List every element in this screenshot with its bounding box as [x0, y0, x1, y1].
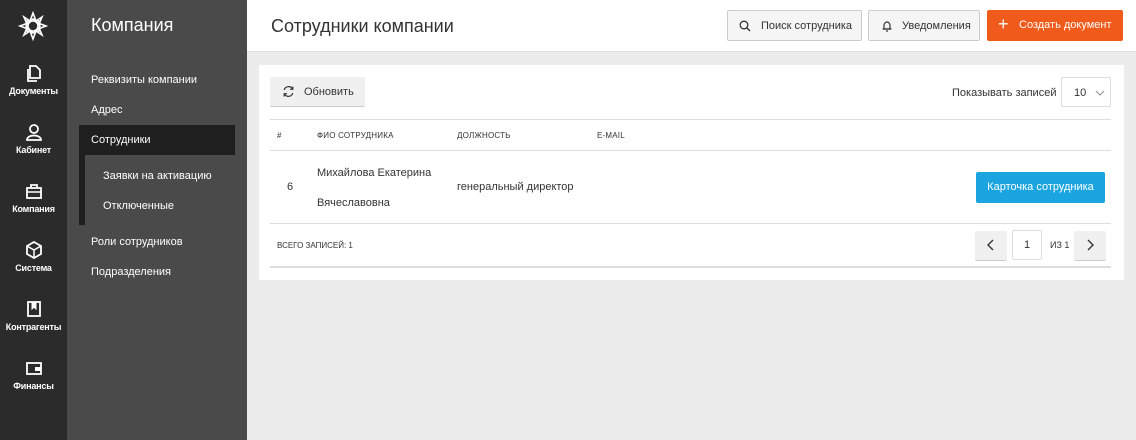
column-number: # — [277, 131, 282, 140]
table-footer: ВСЕГО ЗАПИСЕЙ: 1 1 ИЗ 1 — [270, 224, 1111, 268]
row-number: 6 — [287, 181, 294, 193]
column-email: E-MAIL — [597, 131, 625, 140]
nav-documents[interactable]: Документы — [0, 64, 67, 116]
chevron-right-icon — [1087, 239, 1094, 251]
nav-label: Финансы — [13, 381, 54, 391]
sidebar-item-divisions[interactable]: Подразделения — [91, 266, 171, 278]
nav-cabinet[interactable]: Кабинет — [0, 123, 67, 175]
sidebar-item-label: Сотрудники — [91, 134, 151, 146]
notifications-label: Уведомления — [902, 20, 971, 32]
page-size-select[interactable]: 10 — [1061, 77, 1111, 107]
prev-page-button[interactable] — [975, 231, 1007, 261]
table-header: # ФИО СОТРУДНИКА ДОЛЖНОСТЬ E-MAIL — [270, 119, 1111, 151]
nav-label: Кабинет — [15, 145, 52, 155]
bell-icon — [882, 21, 892, 32]
sidebar-item-address[interactable]: Адрес — [91, 104, 123, 116]
icon-rail: Документы Кабинет Компания Система Контр… — [0, 0, 67, 440]
employees-card: Обновить Показывать записей 10 # ФИО СОТ… — [259, 65, 1124, 280]
sidebar-item-requisites[interactable]: Реквизиты компании — [91, 74, 197, 86]
nav-company[interactable]: Компания — [0, 182, 67, 234]
cube-icon — [25, 241, 42, 259]
sidebar-item-employees[interactable]: Сотрудники — [79, 125, 235, 155]
nav-system[interactable]: Система — [0, 241, 67, 293]
section-sidebar: Компания Реквизиты компании Адрес Сотруд… — [67, 0, 247, 440]
user-icon — [25, 124, 42, 141]
page-of-label: ИЗ 1 — [1050, 240, 1070, 250]
submenu-indicator — [79, 155, 85, 225]
table-row: 6 Михайлова Екатерина Вячеславовна генер… — [270, 151, 1111, 224]
page-title: Сотрудники компании — [271, 16, 454, 36]
refresh-label: Обновить — [304, 86, 354, 98]
nav-label: Система — [15, 263, 52, 273]
sidebar-item-activation-requests[interactable]: Заявки на активацию — [103, 170, 212, 182]
briefcase-icon — [25, 184, 42, 199]
create-document-label: Создать документ — [1019, 19, 1112, 31]
logo-icon — [17, 10, 49, 42]
wallet-icon — [25, 362, 42, 375]
nav-label: Компания — [12, 204, 55, 214]
total-records: ВСЕГО ЗАПИСЕЙ: 1 — [277, 241, 353, 250]
search-employee-label: Поиск сотрудника — [761, 20, 853, 32]
refresh-icon — [283, 86, 294, 97]
refresh-button[interactable]: Обновить — [270, 77, 365, 107]
employee-name-line1: Михайлова Екатерина — [317, 167, 432, 179]
employee-name: Михайлова Екатерина Вячеславовна — [317, 158, 447, 218]
documents-icon — [26, 65, 41, 82]
page-size-value: 10 — [1074, 87, 1087, 99]
chevron-down-icon — [1095, 90, 1105, 96]
chevron-left-icon — [987, 239, 994, 251]
search-icon — [739, 20, 751, 32]
next-page-button[interactable] — [1074, 231, 1106, 261]
column-position: ДОЛЖНОСТЬ — [457, 131, 511, 140]
employee-position: генеральный директор — [457, 181, 574, 193]
sidebar-item-roles[interactable]: Роли сотрудников — [91, 236, 183, 248]
nav-label: Контрагенты — [5, 322, 62, 332]
nav-label: Документы — [9, 86, 58, 96]
sidebar-title: Компания — [91, 15, 174, 35]
employee-card-button[interactable]: Карточка сотрудника — [976, 172, 1105, 203]
book-icon — [26, 301, 41, 317]
employee-name-line2: Вячеславовна — [317, 197, 390, 209]
plus-icon: + — [998, 14, 1009, 34]
create-document-button[interactable]: + Создать документ — [987, 10, 1123, 41]
page-number-input[interactable]: 1 — [1012, 230, 1042, 260]
sidebar-item-disabled[interactable]: Отключенные — [103, 200, 174, 212]
page-size-label: Показывать записей — [952, 87, 1057, 99]
page-header: Сотрудники компании Поиск сотрудника Уве… — [247, 0, 1136, 52]
column-name: ФИО СОТРУДНИКА — [317, 131, 394, 140]
nav-finance[interactable]: Финансы — [0, 359, 67, 411]
search-employee-button[interactable]: Поиск сотрудника — [727, 10, 862, 41]
nav-contractors[interactable]: Контрагенты — [0, 300, 67, 352]
notifications-button[interactable]: Уведомления — [868, 10, 980, 41]
